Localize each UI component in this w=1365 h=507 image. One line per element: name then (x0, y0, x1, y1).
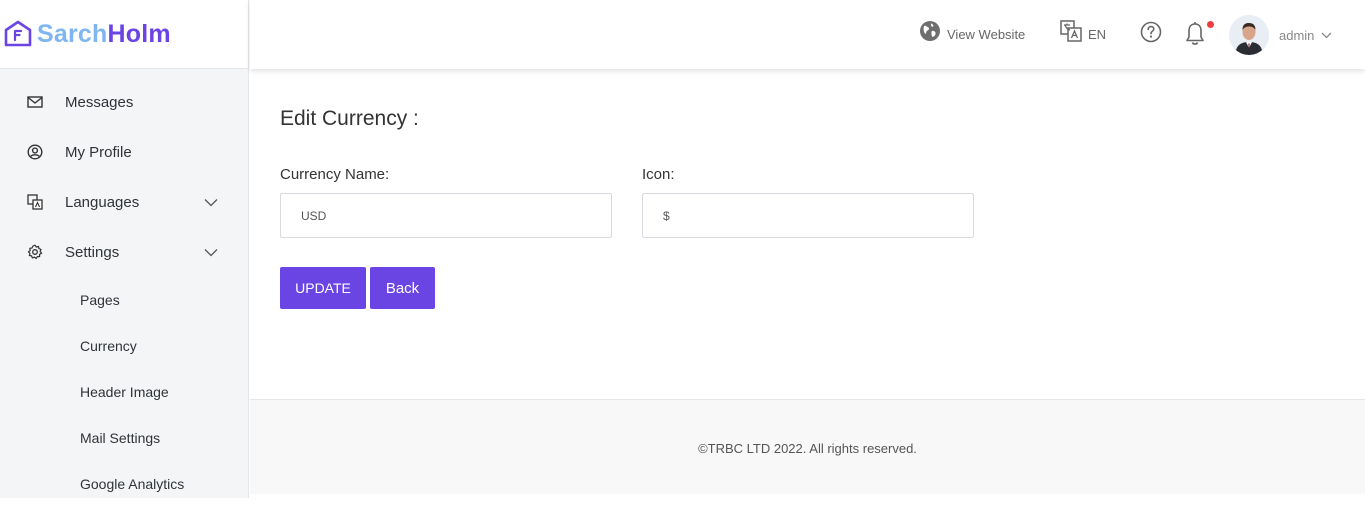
currency-name-label: Currency Name: (280, 166, 390, 183)
avatar[interactable] (1229, 15, 1269, 55)
sidebar-subitem-pages[interactable]: Pages (0, 277, 248, 323)
icon-label: Icon: (642, 166, 675, 183)
notification-dot (1207, 21, 1214, 28)
brand-name: SarchHolm (37, 20, 171, 49)
brand-name-part2: Holm (107, 19, 171, 48)
user-avatar-image (1229, 15, 1269, 55)
view-website-link[interactable]: View Website (919, 20, 1025, 42)
copyright-text: ©TRBC LTD 2022. All rights reserved. (698, 441, 917, 456)
help-icon (1140, 21, 1162, 43)
bell-icon (1186, 22, 1204, 45)
notifications-button[interactable] (1184, 21, 1214, 47)
sidebar-item-label: Settings (65, 243, 120, 261)
help-button[interactable] (1140, 21, 1162, 43)
settings-submenu: Pages Currency Header Image Mail Setting… (0, 277, 248, 507)
user-menu[interactable]: admin (1279, 28, 1332, 43)
back-button[interactable]: Back (370, 267, 435, 309)
envelope-icon (27, 94, 43, 110)
house-logo-icon (4, 20, 32, 47)
sidebar-item-messages[interactable]: Messages (0, 77, 248, 127)
sidebar-item-label: Languages (65, 193, 140, 211)
user-circle-icon (27, 144, 43, 160)
sidebar-item-languages[interactable]: Languages (0, 177, 248, 227)
user-name: admin (1279, 28, 1315, 43)
chevron-down-icon (204, 194, 218, 211)
sidebar-item-label: My Profile (65, 143, 132, 161)
translate-icon (1060, 20, 1082, 42)
sidebar-item-label: Messages (65, 93, 134, 111)
language-label: EN (1088, 27, 1107, 42)
translate-icon (27, 194, 43, 210)
view-website-label: View Website (947, 26, 1026, 42)
gear-icon (27, 244, 43, 260)
sidebar-subitem-mail-settings[interactable]: Mail Settings (0, 415, 248, 461)
top-bar: View Website EN admin (250, 0, 1365, 69)
sidebar-nav: Messages My Profile Languages Settings (0, 77, 248, 277)
sidebar-subitem-header-image[interactable]: Header Image (0, 369, 248, 415)
sidebar-item-my-profile[interactable]: My Profile (0, 127, 248, 177)
chevron-down-icon (204, 244, 218, 261)
page-title: Edit Currency : (280, 107, 419, 130)
sidebar-subitem-google-analytics[interactable]: Google Analytics (0, 461, 248, 507)
sidebar-item-settings[interactable]: Settings (0, 227, 248, 277)
caret-down-icon (1321, 32, 1332, 39)
brand-logo[interactable]: SarchHolm (0, 0, 248, 69)
icon-input[interactable] (642, 193, 974, 238)
language-selector[interactable]: EN (1060, 20, 1106, 42)
brand-name-part1: Sarch (37, 19, 108, 48)
globe-icon (920, 21, 940, 41)
sidebar: SarchHolm Messages My Profile Languages (0, 0, 249, 498)
footer: ©TRBC LTD 2022. All rights reserved. (250, 399, 1365, 494)
update-button[interactable]: UPDATE (280, 267, 366, 309)
sidebar-subitem-currency[interactable]: Currency (0, 323, 248, 369)
currency-name-input[interactable] (280, 193, 612, 238)
